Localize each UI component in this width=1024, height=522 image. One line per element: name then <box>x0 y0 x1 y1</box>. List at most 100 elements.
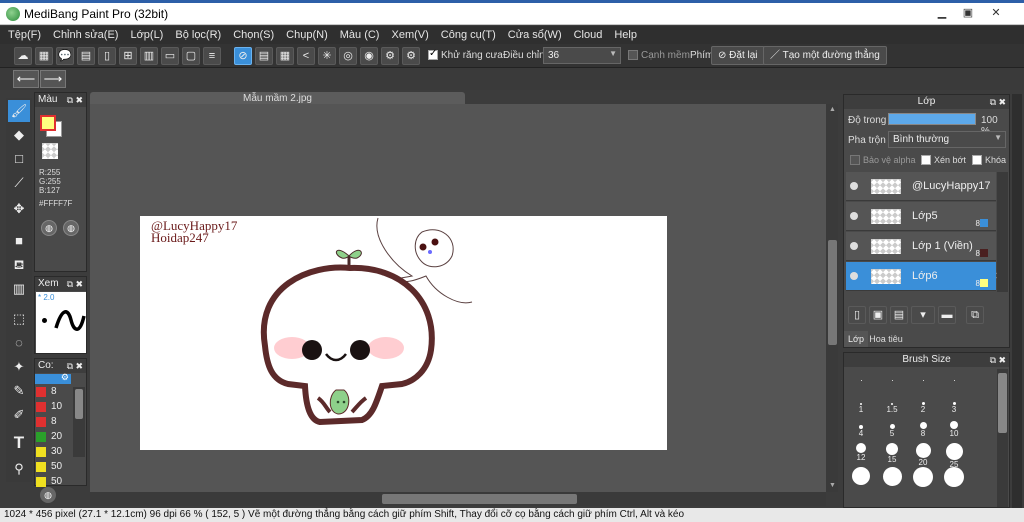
brush-size-option[interactable]: 1.5 <box>875 395 909 415</box>
brush-size-option[interactable] <box>937 371 971 391</box>
brush-size-scrollbar[interactable] <box>997 369 1008 507</box>
layer-row-6[interactable]: Lớp6 8 ✲ <box>846 262 1008 291</box>
reset-button[interactable]: ⊘ Đặt lại <box>711 46 765 65</box>
brush-size-option[interactable]: 8 <box>906 419 940 439</box>
layer-row-5[interactable]: Lớp5 8 <box>846 202 996 231</box>
new-text-layer-icon[interactable]: ▤ <box>890 306 908 324</box>
eraser-tool-icon[interactable]: ◆ <box>8 124 30 146</box>
eye-icon[interactable] <box>850 242 858 250</box>
close-icon[interactable]: ✖ <box>998 95 1006 109</box>
rectangle-tool-icon[interactable]: □ <box>8 148 30 170</box>
minimize-button[interactable]: ▁ <box>930 5 954 21</box>
list-item[interactable]: 20 <box>35 429 71 444</box>
brush-size-option[interactable] <box>937 467 971 487</box>
eye-icon[interactable] <box>850 212 858 220</box>
snap-settings-icon[interactable]: ⚙ <box>381 47 399 65</box>
menu-tools[interactable]: Công cụ(T) <box>441 29 496 41</box>
pin-icon[interactable]: ⧉ <box>67 277 73 291</box>
blend-select[interactable]: Bình thường ▼ <box>888 131 1006 148</box>
pin-icon[interactable]: ⧉ <box>990 95 996 109</box>
menu-help[interactable]: Help <box>614 29 637 41</box>
palette-add-icon[interactable]: ◍ <box>63 220 79 236</box>
list-item-selected[interactable]: ⚙ <box>35 372 71 384</box>
vertical-scroll-thumb[interactable] <box>828 240 837 345</box>
menu-file[interactable]: Tệp(F) <box>8 29 41 41</box>
drawing-canvas[interactable]: @LucyHappy17 Hoidap247 <box>140 216 667 450</box>
bucket-tool-icon[interactable]: ⛾ <box>8 254 30 276</box>
cross-snap-icon[interactable]: ▦ <box>276 47 294 65</box>
speech-bubble-icon[interactable]: 💬 <box>56 47 74 65</box>
layer-scrollbar[interactable] <box>997 172 1008 292</box>
scroll-thumb[interactable] <box>998 373 1007 433</box>
duplicate-layer-icon[interactable]: ⧉ <box>966 306 984 324</box>
line-tool-icon[interactable]: ⟋ <box>8 172 30 194</box>
list-item[interactable]: 10 <box>35 399 71 414</box>
add-layer-menu-icon[interactable]: ▾ <box>911 306 935 324</box>
cloud-icon[interactable]: ☁ <box>14 47 32 65</box>
eye-icon[interactable] <box>850 182 858 190</box>
new-layer-icon[interactable]: ▯ <box>848 306 866 324</box>
eyedropper-tool-icon[interactable]: ⚲ <box>8 458 30 480</box>
brush-tool-icon[interactable]: 🖌 <box>8 100 30 122</box>
brush-size-option[interactable]: 10 <box>937 419 971 439</box>
draw-line-button[interactable]: ／ Tạo một đường thẳng <box>763 46 887 65</box>
brush-size-option[interactable]: 3 <box>937 395 971 415</box>
fill-rect-tool-icon[interactable]: ■ <box>8 230 30 252</box>
brush-size-option[interactable] <box>906 371 940 391</box>
close-icon[interactable]: ✖ <box>998 353 1006 367</box>
lock-checkbox[interactable] <box>972 155 982 165</box>
brush-list-scrollbar[interactable] <box>73 387 85 457</box>
layer-row-watermark[interactable]: @LucyHappy17 <box>846 172 996 201</box>
eye-icon[interactable] <box>850 272 858 280</box>
menu-select[interactable]: Chọn(S) <box>233 29 274 41</box>
select-pen-tool-icon[interactable]: ✎ <box>8 380 30 402</box>
horizontal-scroll-thumb[interactable] <box>382 494 577 504</box>
redo-button[interactable]: ⟶ <box>40 70 66 88</box>
tab-layer[interactable]: Lớp <box>844 331 868 347</box>
pin-icon[interactable]: ⧉ <box>67 93 73 107</box>
close-icon[interactable]: ✖ <box>75 93 83 107</box>
smooth-checkbox[interactable] <box>628 50 638 60</box>
brush-size-option[interactable] <box>875 371 909 391</box>
brush-size-option[interactable] <box>844 467 878 487</box>
pin-icon[interactable]: ⧉ <box>990 353 996 367</box>
menu-cloud[interactable]: Cloud <box>574 29 603 41</box>
undo-button[interactable]: ⟵ <box>13 70 39 88</box>
menu-filter[interactable]: Bộ lọc(R) <box>175 29 221 41</box>
adjust-select[interactable]: 36 ▼ <box>543 47 621 64</box>
folder-icon[interactable]: ▬ <box>938 306 956 324</box>
close-button[interactable]: ✕ <box>984 5 1008 21</box>
pin-icon[interactable]: ⧉ <box>67 359 73 373</box>
antialias-checkbox[interactable] <box>428 48 438 60</box>
scroll-thumb[interactable] <box>75 389 83 419</box>
curve-snap-icon[interactable]: ◉ <box>360 47 378 65</box>
scroll-up-icon[interactable]: ▲ <box>828 106 837 114</box>
list-icon[interactable]: ≡ <box>203 47 221 65</box>
list-item[interactable]: 8 <box>35 384 71 399</box>
magic-wand-tool-icon[interactable]: ✦ <box>8 356 30 378</box>
image-icon[interactable]: ▦ <box>35 47 53 65</box>
maximize-button[interactable]: ▣ <box>956 5 980 21</box>
close-icon[interactable]: ✖ <box>75 277 83 291</box>
menu-snap[interactable]: Chụp(N) <box>286 29 328 41</box>
menu-window[interactable]: Cửa sổ(W) <box>508 29 562 41</box>
snap-off-icon[interactable]: ⊘ <box>234 47 252 65</box>
brush-size-option[interactable]: 12 <box>844 443 878 463</box>
lasso-tool-icon[interactable]: ◌ <box>8 332 30 354</box>
move-tool-icon[interactable]: ✥ <box>8 198 30 220</box>
new-image-layer-icon[interactable]: ▣ <box>869 306 887 324</box>
brush-size-option[interactable] <box>906 467 940 487</box>
close-icon[interactable]: ✖ <box>75 359 83 373</box>
tab-navigator[interactable]: Hoa tiêu <box>868 331 904 347</box>
document-icon[interactable]: ▯ <box>98 47 116 65</box>
radial-snap-icon[interactable]: ✳ <box>318 47 336 65</box>
layout-icon[interactable]: ▥ <box>140 47 158 65</box>
brush-size-option[interactable]: 15 <box>875 443 909 464</box>
transparent-color-swatch[interactable] <box>42 143 58 159</box>
scroll-down-icon[interactable]: ▼ <box>828 482 837 490</box>
brush-size-option[interactable]: 1 <box>844 395 878 415</box>
parallel-snap-icon[interactable]: ▤ <box>255 47 273 65</box>
panel-icon[interactable]: ▤ <box>77 47 95 65</box>
primary-color-swatch[interactable] <box>40 115 56 131</box>
list-item[interactable]: 30 <box>35 444 71 459</box>
